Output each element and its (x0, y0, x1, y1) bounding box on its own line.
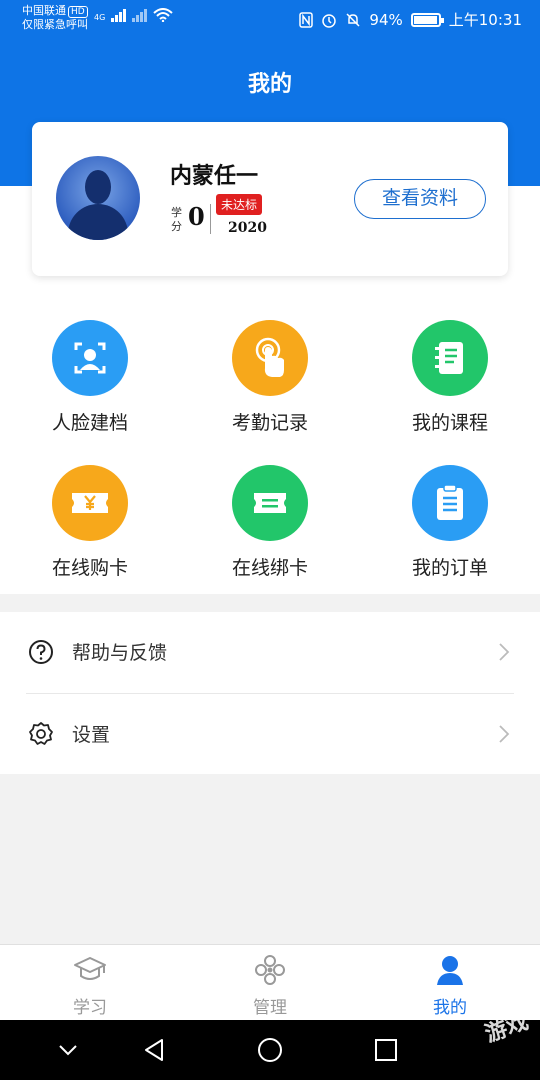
notebook-icon (412, 320, 488, 396)
grid-label: 我的课程 (411, 412, 488, 434)
menu-item-help-feedback[interactable]: 帮助与反馈 (0, 612, 540, 694)
grid-label: 我的订单 (411, 557, 488, 579)
grid-label: 在线绑卡 (231, 557, 308, 579)
settings-icon (29, 722, 53, 745)
system-nav-bar (0, 1020, 540, 1080)
home-icon[interactable] (256, 1036, 284, 1064)
ticket-icon (232, 465, 308, 541)
grid-item-attendance[interactable]: 考勤记录 (200, 320, 340, 450)
touch-icon (232, 320, 308, 396)
settings-menu: 帮助与反馈 设置 (0, 612, 540, 774)
back-icon[interactable] (140, 1036, 168, 1064)
clipboard-icon (412, 465, 488, 541)
carrier-info: 中国联通 HD 仅限紧急呼叫 (22, 4, 88, 32)
grid-item-my-courses[interactable]: 我的课程 (380, 320, 520, 450)
grid-label: 在线购卡 (51, 557, 128, 579)
bottom-tab-bar: 学习 管理 我的 (0, 944, 540, 1020)
menu-label: 设置 (72, 724, 111, 746)
wifi-icon (153, 8, 173, 22)
carrier-name: 中国联通 (22, 4, 66, 17)
tab-manage[interactable]: 管理 (180, 945, 360, 1021)
hd-badge: HD (68, 6, 88, 18)
tab-label: 管理 (253, 998, 287, 1018)
alarm-icon (322, 13, 337, 28)
page-title: 我的 (247, 72, 292, 97)
battery-icon (410, 12, 444, 27)
clock: 上午10:31 (448, 11, 522, 29)
tab-label: 学习 (73, 998, 107, 1018)
tab-study[interactable]: 学习 (0, 945, 180, 1021)
help-icon (29, 640, 53, 664)
network-type: 4G (94, 13, 106, 22)
grid-item-face-profile[interactable]: 人脸建档 (20, 320, 160, 450)
yen-card-icon (52, 465, 128, 541)
menu-item-settings[interactable]: 设置 (0, 694, 540, 775)
grid-item-my-orders[interactable]: 我的订单 (380, 465, 520, 595)
chevron-right-icon (499, 725, 510, 743)
signal-strength-icon (111, 9, 127, 22)
avatar[interactable] (56, 156, 140, 240)
user-icon (437, 956, 463, 985)
status-bar: 中国联通 HD 仅限紧急呼叫 4G 94% 上午10:31 (0, 0, 540, 38)
view-profile-button[interactable]: 查看资料 (354, 179, 486, 219)
score-value: 0 (188, 202, 205, 231)
score-label: 学分 (171, 206, 182, 233)
status-badge: 未达标 (216, 194, 263, 215)
face-scan-icon (52, 320, 128, 396)
emergency-text: 仅限紧急呼叫 (22, 18, 88, 31)
menu-label: 帮助与反馈 (72, 642, 168, 664)
year-label: 2020 (228, 220, 267, 236)
profile-card: 内蒙任一 学分 0 未达标 2020 查看资料 (32, 122, 508, 276)
mute-icon (346, 12, 360, 27)
recents-icon[interactable] (372, 1036, 400, 1064)
manage-icon (255, 955, 285, 985)
grid-item-bind-card[interactable]: 在线绑卡 (200, 465, 340, 595)
chevron-right-icon (499, 643, 510, 661)
grid-label: 考勤记录 (231, 412, 308, 434)
grid-label: 人脸建档 (51, 412, 128, 434)
signal-icons: 4G (94, 8, 173, 22)
graduation-cap-icon (74, 957, 106, 980)
status-right: 94% 上午10:31 (299, 9, 522, 30)
grid-item-buy-card[interactable]: 在线购卡 (20, 465, 160, 595)
chevron-down-icon[interactable] (54, 1036, 82, 1064)
battery-percent: 94% (369, 10, 403, 29)
nfc-icon (299, 11, 314, 28)
score-divider (210, 204, 211, 234)
signal-strength-2-icon (132, 9, 148, 22)
user-name: 内蒙任一 (170, 163, 259, 189)
